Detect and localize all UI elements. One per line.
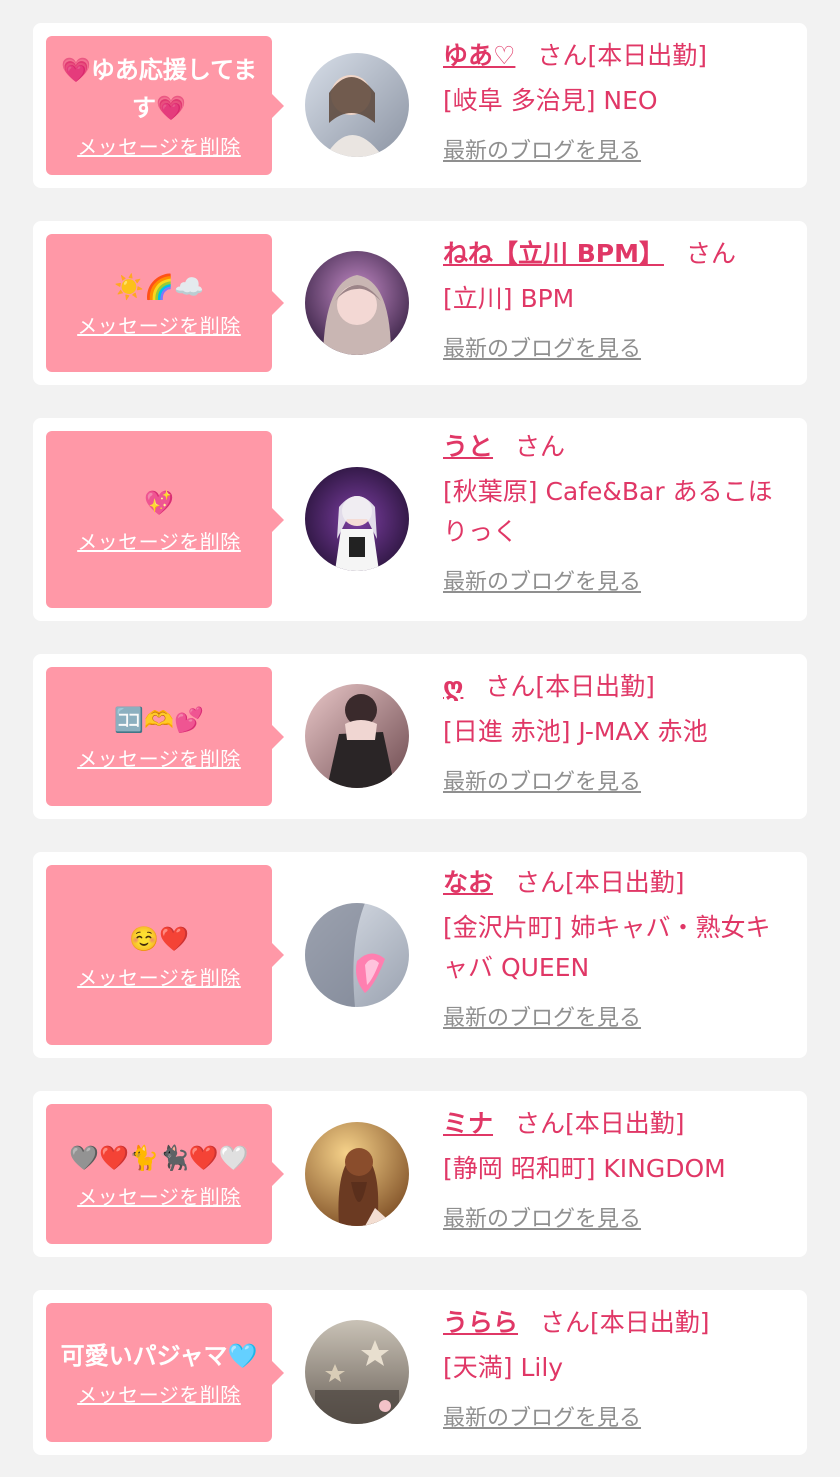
latest-blog-link[interactable]: 最新のブログを見る <box>443 133 641 165</box>
message-text: 💗ゆあ応援してます💗 <box>61 56 257 122</box>
avatar-photo <box>305 684 409 788</box>
delete-message-link[interactable]: メッセージを削除 <box>77 1181 241 1210</box>
cast-name-link[interactable]: ミナ <box>443 1109 493 1138</box>
message-bubble: ☺️❤️ メッセージを削除 <box>46 865 272 1045</box>
latest-blog-link[interactable]: 最新のブログを見る <box>443 1400 641 1432</box>
delete-message-link[interactable]: メッセージを削除 <box>77 310 241 339</box>
cast-info: うらら さん[本日出勤] [天満] Lily 最新のブログを見る <box>443 1306 793 1432</box>
delete-message-link[interactable]: メッセージを削除 <box>77 1379 241 1408</box>
shop-name: [岐阜 多治見] NEO <box>443 86 658 115</box>
honorific: さん <box>515 1109 566 1138</box>
cast-name-link[interactable]: なお <box>443 868 493 897</box>
name-line: うと さん <box>443 430 793 464</box>
latest-blog-link[interactable]: 最新のブログを見る <box>443 564 641 596</box>
list-item: 💗ゆあ応援してます💗 メッセージを削除 ゆあ♡ さん[本日出勤] [岐阜 多治見]… <box>33 23 807 188</box>
cast-info: なお さん[本日出勤] [金沢片町] 姉キャバ・熟女キャバ QUEEN 最新のブロ… <box>443 866 793 1032</box>
work-status: [本日出勤] <box>565 1109 685 1138</box>
work-status: [本日出勤] <box>565 868 685 897</box>
message-text: ☺️❤️ <box>129 924 189 953</box>
latest-blog-link[interactable]: 最新のブログを見る <box>443 1000 641 1032</box>
avatar[interactable] <box>305 1122 409 1226</box>
avatar[interactable] <box>305 1320 409 1424</box>
name-line: ねね【立川 BPM】 さん <box>443 237 793 271</box>
avatar[interactable] <box>305 903 409 1007</box>
work-status: [本日出勤] <box>587 41 707 70</box>
list-item: ☺️❤️ メッセージを削除 なお さん[本日出勤] [金沢片町] 姉キャバ・熟女キ… <box>33 852 807 1058</box>
honorific: さん <box>515 868 566 897</box>
list-item: ☀️🌈☁️ メッセージを削除 ねね【立川 BPM】 さん [立川] BPM 最新の… <box>33 221 807 385</box>
cast-name-link[interactable]: うらら <box>443 1308 518 1337</box>
avatar[interactable] <box>305 53 409 157</box>
message-bubble: 🩶❤️🐈🐈‍⬛❤️🤍 メッセージを削除 <box>46 1104 272 1244</box>
message-text: 💖 <box>144 489 174 517</box>
message-text: 🩶❤️🐈🐈‍⬛❤️🤍 <box>69 1143 249 1172</box>
work-status: [本日出勤] <box>535 672 655 701</box>
latest-blog-link[interactable]: 最新のブログを見る <box>443 331 641 363</box>
list-item: 🩶❤️🐈🐈‍⬛❤️🤍 メッセージを削除 ミナ さん[本日出勤] [静岡 昭和町] … <box>33 1091 807 1257</box>
message-bubble: 💖 メッセージを削除 <box>46 431 272 608</box>
avatar-photo <box>305 1320 409 1424</box>
honorific: さん <box>685 239 736 268</box>
honorific: さん <box>537 41 588 70</box>
name-line: ღ さん[本日出勤] <box>443 670 793 704</box>
list-item: 可愛いパジャマ🩵 メッセージを削除 うらら さん[本日出勤] [天満] Lily … <box>33 1290 807 1455</box>
message-text: 可愛いパジャマ🩵 <box>60 1342 258 1370</box>
name-line: なお さん[本日出勤] <box>443 866 793 900</box>
list-item: 🈁🫶💕 メッセージを削除 ღ さん[本日出勤] [日進 赤池] J-MAX 赤池 … <box>33 654 807 819</box>
message-bubble: 可愛いパジャマ🩵 メッセージを削除 <box>46 1303 272 1442</box>
list-item: 💖 メッセージを削除 うと さん [秋葉原] Cafe&Bar あるこほりっく 最… <box>33 418 807 621</box>
honorific: さん <box>515 432 566 461</box>
cast-info: ねね【立川 BPM】 さん [立川] BPM 最新のブログを見る <box>443 237 793 363</box>
avatar[interactable] <box>305 467 409 571</box>
avatar-photo <box>305 903 409 1007</box>
work-status: [本日出勤] <box>590 1308 710 1337</box>
honorific: さん <box>540 1308 591 1337</box>
message-text: ☀️🌈☁️ <box>114 272 204 301</box>
cast-name-link[interactable]: うと <box>443 432 493 461</box>
avatar-photo <box>305 467 409 571</box>
shop-name: [天満] Lily <box>443 1353 564 1382</box>
honorific: さん <box>485 672 536 701</box>
delete-message-link[interactable]: メッセージを削除 <box>77 131 241 160</box>
cast-info: ღ さん[本日出勤] [日進 赤池] J-MAX 赤池 最新のブログを見る <box>443 670 793 796</box>
avatar-photo <box>305 53 409 157</box>
avatar[interactable] <box>305 684 409 788</box>
delete-message-link[interactable]: メッセージを削除 <box>77 526 241 555</box>
shop-name: [秋葉原] Cafe&Bar あるこほりっく <box>443 477 773 546</box>
message-bubble: ☀️🌈☁️ メッセージを削除 <box>46 234 272 372</box>
cast-info: うと さん [秋葉原] Cafe&Bar あるこほりっく 最新のブログを見る <box>443 430 793 596</box>
delete-message-link[interactable]: メッセージを削除 <box>77 962 241 991</box>
cast-name-link[interactable]: ღ <box>443 672 463 701</box>
message-text: 🈁🫶💕 <box>114 706 204 734</box>
delete-message-link[interactable]: メッセージを削除 <box>77 743 241 772</box>
avatar-photo <box>305 1122 409 1226</box>
latest-blog-link[interactable]: 最新のブログを見る <box>443 1201 641 1233</box>
shop-name: [静岡 昭和町] KINGDOM <box>443 1154 726 1183</box>
latest-blog-link[interactable]: 最新のブログを見る <box>443 764 641 796</box>
message-bubble: 💗ゆあ応援してます💗 メッセージを削除 <box>46 36 272 175</box>
avatar[interactable] <box>305 251 409 355</box>
name-line: ミナ さん[本日出勤] <box>443 1107 793 1141</box>
cast-name-link[interactable]: ねね【立川 BPM】 <box>443 239 664 268</box>
cast-info: ゆあ♡ さん[本日出勤] [岐阜 多治見] NEO 最新のブログを見る <box>443 39 793 165</box>
cast-name-link[interactable]: ゆあ♡ <box>443 41 515 70</box>
cast-info: ミナ さん[本日出勤] [静岡 昭和町] KINGDOM 最新のブログを見る <box>443 1107 793 1233</box>
message-bubble: 🈁🫶💕 メッセージを削除 <box>46 667 272 806</box>
shop-name: [金沢片町] 姉キャバ・熟女キャバ QUEEN <box>443 913 771 982</box>
avatar-photo <box>305 251 409 355</box>
shop-name: [日進 赤池] J-MAX 赤池 <box>443 717 708 746</box>
name-line: ゆあ♡ さん[本日出勤] <box>443 39 793 73</box>
name-line: うらら さん[本日出勤] <box>443 1306 793 1340</box>
shop-name: [立川] BPM <box>443 284 575 313</box>
